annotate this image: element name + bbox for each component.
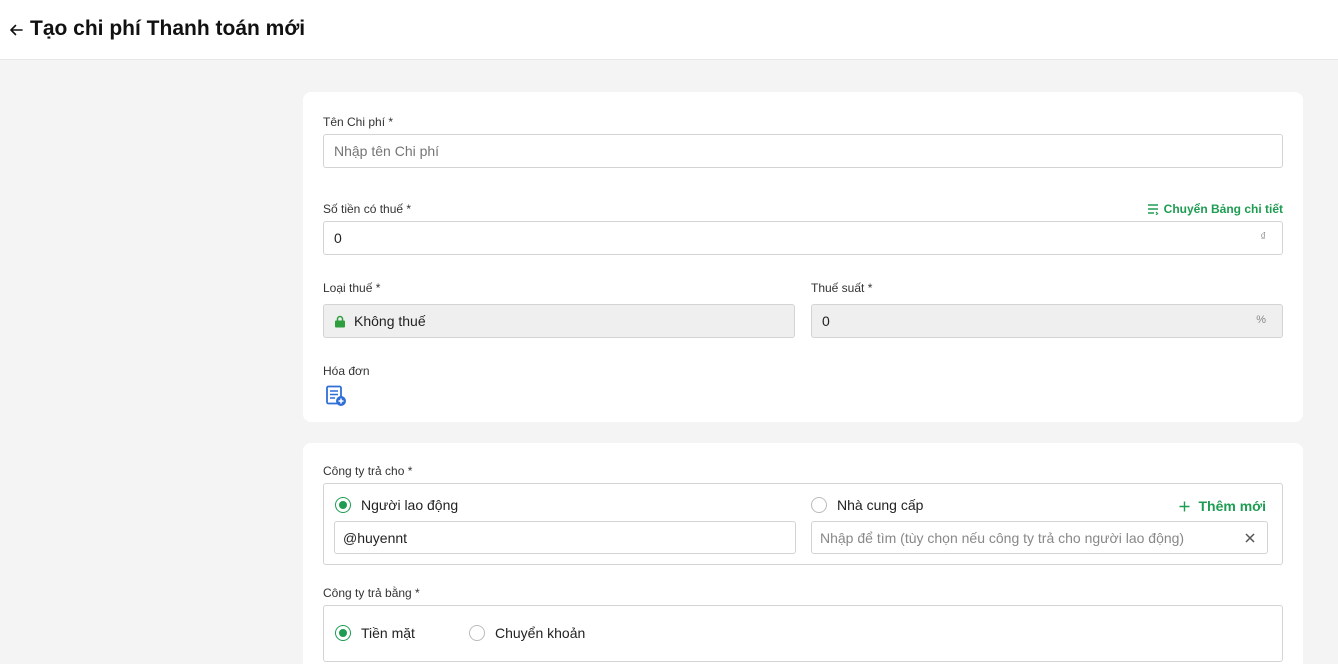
radio-supplier-dot <box>811 497 827 513</box>
close-icon[interactable] <box>1243 531 1257 545</box>
expense-info-card: Tên Chi phí * Số tiền có thuế * Chuyển B… <box>303 92 1303 422</box>
payment-info-card: Công ty trả cho * Người lao động Nhà cun… <box>303 443 1303 664</box>
employee-input[interactable]: @huyennt <box>334 521 796 554</box>
switch-detail-table-link[interactable]: Chuyển Bảng chi tiết <box>1147 202 1283 216</box>
currency-symbol: ₫ <box>1260 231 1266 243</box>
top-bar: Tạo chi phí Thanh toán mới <box>0 0 1338 60</box>
radio-cash-dot <box>335 625 351 641</box>
radio-supplier[interactable]: Nhà cung cấp <box>811 497 923 513</box>
plus-icon <box>1179 501 1190 511</box>
percent-symbol: % <box>1256 314 1266 326</box>
tax-rate-field: 0 % <box>811 304 1283 338</box>
tax-rate-label: Thuế suất * <box>811 281 873 295</box>
paid-by-label: Công ty trả bằng * <box>323 586 420 600</box>
expense-name-input[interactable] <box>323 134 1283 168</box>
switch-detail-table-label: Chuyển Bảng chi tiết <box>1163 202 1283 216</box>
invoice-label: Hóa đơn <box>323 364 370 378</box>
paid-by-box: Tiền mặt Chuyển khoản <box>323 605 1283 662</box>
radio-supplier-label: Nhà cung cấp <box>837 497 924 513</box>
arrow-left-icon[interactable] <box>8 22 24 38</box>
page-title: Tạo chi phí Thanh toán mới <box>30 17 306 40</box>
lock-icon <box>335 315 345 327</box>
expense-name-label: Tên Chi phí * <box>323 115 394 129</box>
paid-to-box: Người lao động Nhà cung cấp Thêm mới @hu… <box>323 483 1283 565</box>
amount-value: 0 <box>334 230 342 246</box>
add-invoice-icon[interactable] <box>325 385 347 407</box>
radio-employee[interactable]: Người lao động <box>335 497 458 513</box>
add-new-button[interactable]: Thêm mới <box>1179 498 1266 514</box>
supplier-search-placeholder: Nhập để tìm (tùy chọn nếu công ty trả ch… <box>820 529 1185 546</box>
table-rows-icon <box>1147 204 1159 215</box>
radio-bank-transfer-dot <box>469 625 485 641</box>
supplier-search-input[interactable]: Nhập để tìm (tùy chọn nếu công ty trả ch… <box>811 521 1268 554</box>
add-new-label: Thêm mới <box>1198 498 1266 514</box>
tax-type-label: Loại thuế * <box>323 281 381 295</box>
tax-rate-value: 0 <box>822 313 830 329</box>
employee-value: @huyennt <box>343 529 408 546</box>
radio-bank-transfer[interactable]: Chuyển khoản <box>469 625 585 641</box>
amount-input[interactable]: 0 ₫ <box>323 221 1283 255</box>
tax-type-value: Không thuế <box>354 313 426 329</box>
radio-bank-transfer-label: Chuyển khoản <box>495 625 586 641</box>
paid-to-label: Công ty trả cho * <box>323 464 413 478</box>
radio-employee-dot <box>335 497 351 513</box>
radio-cash-label: Tiền mặt <box>361 625 415 641</box>
radio-cash[interactable]: Tiền mặt <box>335 625 415 641</box>
amount-label: Số tiền có thuế * <box>323 202 412 216</box>
tax-type-field: Không thuế <box>323 304 795 338</box>
radio-employee-label: Người lao động <box>361 497 459 513</box>
